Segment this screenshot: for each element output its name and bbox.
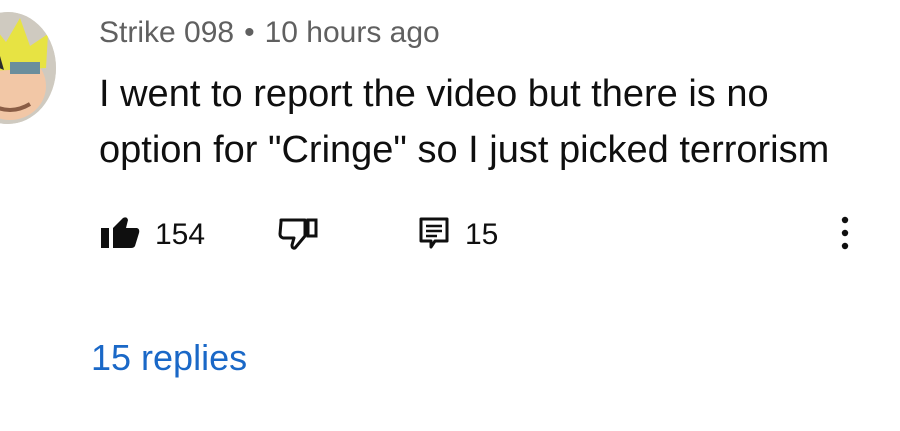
like-count: 154 [155,218,206,251]
more-actions-button[interactable] [837,210,853,260]
comment-text: I went to report the video but there is … [99,73,830,171]
thumbs-up-filled-icon [99,216,141,255]
comment-thread: Strike 098 • 10 hours ago I went to report… [0,0,900,431]
reply-count: 15 [465,218,499,251]
more-vertical-icon [837,213,853,258]
meta-separator: • [244,16,255,49]
author-name[interactable]: Strike 098 [99,16,234,49]
comment-reply-icon [417,215,451,256]
dislike-button[interactable] [275,210,321,260]
like-button[interactable]: 154 [99,210,205,260]
view-replies-link[interactable]: 15 replies [91,337,247,379]
user-avatar-icon[interactable] [0,12,56,124]
comment-timestamp[interactable]: 10 hours ago [265,16,440,49]
comment-actions: 154 15 [99,210,879,260]
comment-meta: Strike 098 • 10 hours ago [99,16,440,50]
reply-button[interactable]: 15 [417,210,498,260]
thumbs-down-outline-icon [275,216,321,255]
